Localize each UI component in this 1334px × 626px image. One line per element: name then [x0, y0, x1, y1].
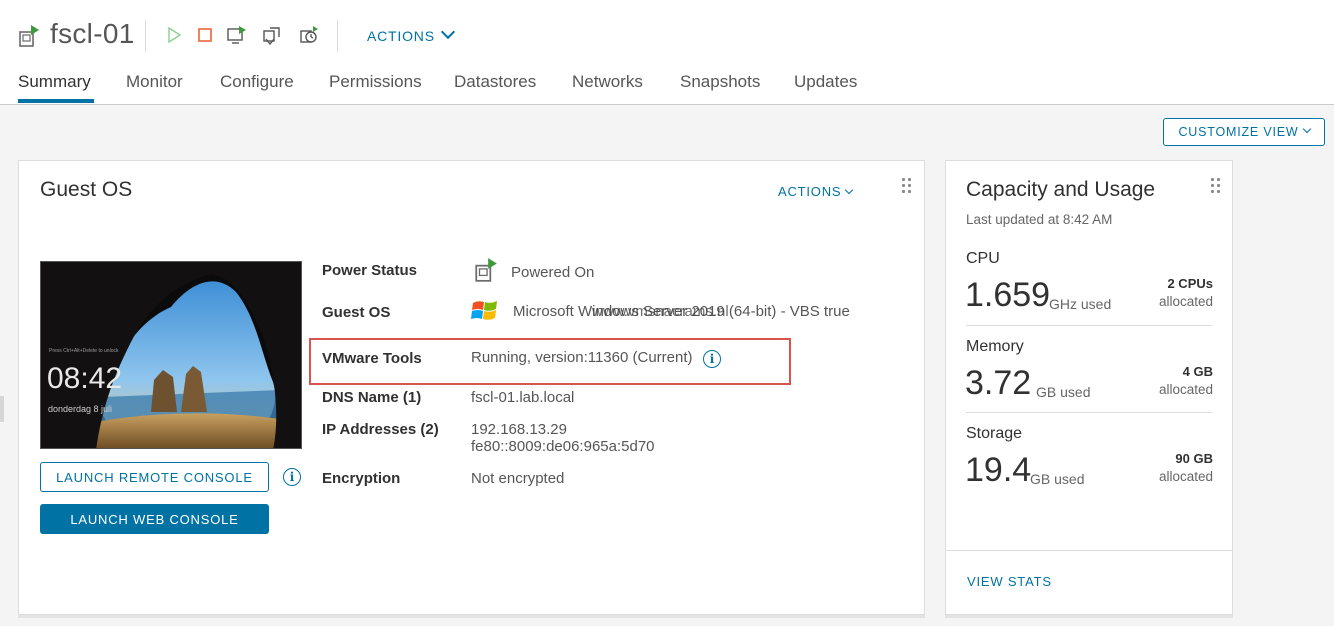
view-stats-link[interactable]: VIEW STATS	[967, 574, 1052, 589]
launch-web-console-button[interactable]: LAUNCH WEB CONSOLE	[40, 504, 269, 534]
vm-title: fscl-01	[50, 18, 135, 49]
vm-powered-on-icon	[474, 257, 498, 288]
drag-handle-icon[interactable]	[902, 178, 912, 194]
storage-allocated-label: allocated	[1158, 469, 1213, 484]
watermark-text: www.vmsnacrams.nl	[592, 303, 729, 320]
cave-wallpaper-image	[41, 262, 301, 448]
cpu-allocated-label: allocated	[1158, 294, 1213, 309]
tab-snapshots[interactable]: Snapshots	[680, 72, 760, 103]
power-off-icon[interactable]	[194, 24, 216, 46]
dns-name-value: fscl-01.lab.local	[471, 389, 575, 406]
customize-view-label: CUSTOMIZE VIEW	[1178, 125, 1299, 139]
cpu-used-unit: GHz used	[1049, 296, 1112, 312]
tab-networks[interactable]: Networks	[572, 72, 643, 103]
last-updated-text: Last updated at 8:42 AM	[966, 212, 1113, 227]
drag-handle-icon[interactable]	[1211, 178, 1221, 194]
power-status-value: Powered On	[511, 264, 595, 281]
storage-label: Storage	[966, 425, 1023, 442]
cpu-used-value: 1.659	[965, 276, 1051, 314]
actions-label: ACTIONS	[778, 184, 842, 199]
guest-os-actions-button[interactable]: ACTIONS	[778, 184, 854, 199]
annotation-highlight-box	[309, 338, 791, 385]
toolbar-divider	[337, 20, 338, 52]
windows-logo-icon	[471, 297, 499, 330]
divider	[945, 550, 1233, 551]
tab-updates[interactable]: Updates	[794, 72, 857, 103]
power-status-label: Power Status	[322, 262, 418, 279]
cpu-label: CPU	[966, 250, 1000, 267]
tab-datastores[interactable]: Datastores	[454, 72, 536, 103]
launch-console-icon[interactable]	[226, 24, 248, 46]
tab-permissions[interactable]: Permissions	[329, 72, 422, 103]
console-thumbnail[interactable]: Press Ctrl+Alt+Delete to unlock 08:42 do…	[40, 261, 302, 449]
cpu-allocated-value: 2 CPUs	[1167, 276, 1213, 291]
lock-screen-message: Press Ctrl+Alt+Delete to unlock	[49, 348, 119, 354]
capacity-card-title: Capacity and Usage	[966, 178, 1156, 201]
divider	[966, 325, 1212, 326]
ip-addresses-label: IP Addresses (2)	[322, 421, 439, 438]
chevron-down-icon	[1302, 124, 1311, 134]
splitter-handle[interactable]	[0, 396, 4, 422]
vm-header: fscl-01 ACTIONS Summary Monitor Configur…	[0, 0, 1334, 105]
storage-used-value: 19.4	[965, 451, 1032, 489]
memory-label: Memory	[966, 338, 1024, 355]
memory-allocated-label: allocated	[1158, 382, 1213, 397]
power-on-icon[interactable]	[163, 24, 185, 46]
info-icon[interactable]: i	[283, 468, 301, 486]
encryption-value: Not encrypted	[471, 470, 565, 487]
toolbar-divider	[145, 20, 146, 52]
ip-address-v4: 192.168.13.29	[471, 421, 567, 438]
vm-powered-on-icon	[18, 24, 40, 48]
memory-allocated-value: 4 GB	[1182, 364, 1213, 379]
dns-name-label: DNS Name (1)	[322, 389, 422, 406]
chevron-down-icon	[845, 185, 854, 195]
ip-address-v6: fe80::8009:de06:965a:5d70	[471, 438, 655, 455]
storage-allocated-value: 90 GB	[1175, 451, 1213, 466]
migrate-icon[interactable]	[261, 24, 283, 46]
active-tab-indicator	[18, 99, 94, 103]
actions-menu-button[interactable]: ACTIONS	[367, 24, 455, 44]
console-clock: 08:42	[47, 362, 123, 395]
customize-view-button[interactable]: CUSTOMIZE VIEW	[1163, 118, 1325, 146]
memory-used-unit: GB used	[1036, 384, 1091, 400]
divider	[966, 412, 1212, 413]
tab-configure[interactable]: Configure	[220, 72, 294, 103]
snapshot-icon[interactable]	[298, 24, 320, 46]
storage-used-unit: GB used	[1030, 471, 1085, 487]
encryption-label: Encryption	[322, 470, 401, 487]
guest-os-label: Guest OS	[322, 304, 391, 321]
tab-monitor[interactable]: Monitor	[126, 72, 183, 103]
chevron-down-icon	[440, 24, 455, 40]
memory-used-value: 3.72	[965, 364, 1032, 402]
guest-os-card-title: Guest OS	[40, 178, 133, 201]
launch-remote-console-button[interactable]: LAUNCH REMOTE CONSOLE	[40, 462, 269, 492]
actions-label: ACTIONS	[367, 28, 435, 44]
console-date: donderdag 8 juli	[48, 404, 113, 414]
